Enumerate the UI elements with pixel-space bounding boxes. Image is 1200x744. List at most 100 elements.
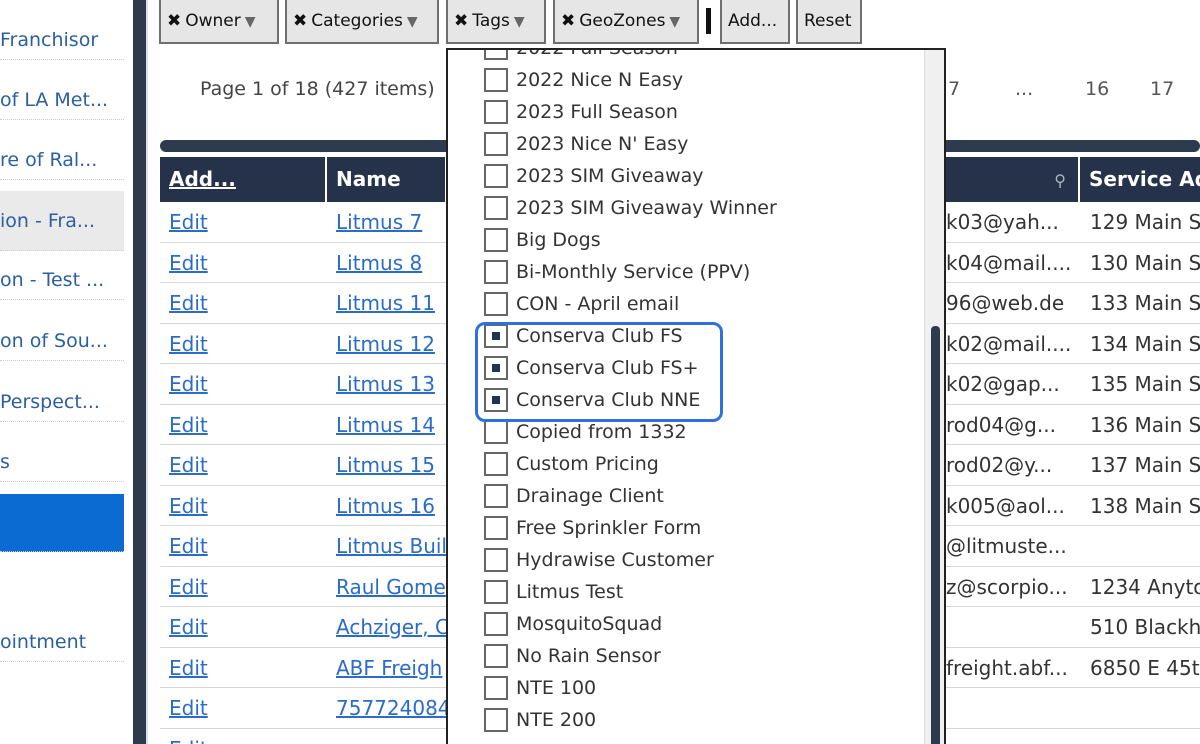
customer-name-link[interactable]: Litmus 14: [336, 405, 446, 445]
add-column-header[interactable]: Add...: [160, 157, 327, 202]
sidebar-item-franchisor[interactable]: Franchisor: [0, 20, 124, 60]
edit-link[interactable]: Edit: [169, 202, 319, 242]
customer-name-link[interactable]: Raul Gome: [336, 567, 446, 607]
page-17-link[interactable]: 17: [1150, 78, 1174, 100]
tag-option-label: 2023 SIM Giveaway Winner: [516, 197, 777, 219]
customer-name-link[interactable]: Litmus 8: [336, 243, 446, 283]
tag-option-label: Hydrawise Customer: [516, 549, 714, 571]
email-cell: k04@mail....: [946, 250, 1072, 275]
reset-button[interactable]: Reset: [796, 0, 862, 44]
customer-name-link[interactable]: Achziger, C: [336, 607, 446, 647]
sidebar-item-perspective[interactable]: Perspect...: [0, 382, 124, 422]
tag-checkbox[interactable]: [484, 68, 508, 92]
email-column-header[interactable]: ⚲: [946, 157, 1080, 202]
edit-link[interactable]: Edit: [169, 567, 319, 607]
selection-highlight: [475, 322, 723, 422]
edit-link[interactable]: Edit: [169, 243, 319, 283]
edit-link[interactable]: Edit: [169, 688, 319, 728]
add-header-label[interactable]: Add...: [169, 167, 236, 191]
name-column-header[interactable]: Name: [327, 157, 447, 202]
tag-checkbox[interactable]: [484, 132, 508, 156]
sidebar-item-s[interactable]: s: [0, 442, 124, 482]
tag-option-label: Custom Pricing: [516, 453, 659, 475]
tag-option-label: 2023 SIM Giveaway: [516, 165, 704, 187]
customer-name-link[interactable]: ABF Freigh: [336, 648, 446, 688]
edit-link[interactable]: Edit: [169, 364, 319, 404]
service-address-cell: 134 Main S: [1090, 331, 1200, 356]
remove-icon[interactable]: ✖: [561, 11, 575, 31]
edit-link[interactable]: Edit: [169, 283, 319, 323]
sidebar: Franchisor of LA Met... re of Ral... ion…: [0, 0, 124, 744]
customer-name-link[interactable]: Litmus 16: [336, 486, 446, 526]
owner-filter-button[interactable]: ✖ Owner ▼: [159, 0, 279, 44]
tag-option-label: 2023 Full Season: [516, 101, 678, 123]
tag-checkbox[interactable]: [484, 612, 508, 636]
sidebar-item-south[interactable]: on of Sou...: [0, 321, 124, 361]
edit-link[interactable]: Edit: [169, 405, 319, 445]
customer-name-link[interactable]: 757724084: [336, 688, 446, 728]
toolbar-separator: [706, 8, 711, 34]
tag-checkbox[interactable]: [484, 50, 508, 60]
add-filter-button[interactable]: Add...: [720, 0, 790, 44]
edit-link[interactable]: Edit: [169, 729, 319, 744]
tag-option-label: Big Dogs: [516, 229, 601, 251]
sidebar-item-test[interactable]: on - Test ...: [0, 260, 124, 300]
geozones-filter-button[interactable]: ✖ GeoZones ▼: [553, 0, 699, 44]
tag-option-label: Free Sprinkler Form: [516, 517, 702, 539]
edit-link[interactable]: Edit: [169, 324, 319, 364]
tag-checkbox[interactable]: [484, 676, 508, 700]
customer-name-link[interactable]: Litmus 11: [336, 283, 446, 323]
remove-icon[interactable]: ✖: [454, 11, 468, 31]
sidebar-item-appointment[interactable]: ointment: [0, 622, 124, 662]
service-address-column-header[interactable]: Service Add: [1080, 157, 1200, 202]
email-cell: z@scorpio...: [946, 574, 1068, 599]
edit-link[interactable]: Edit: [169, 445, 319, 485]
edit-link[interactable]: Edit: [169, 526, 319, 566]
edit-link[interactable]: Edit: [169, 607, 319, 647]
sidebar-item-raleigh[interactable]: re of Ral...: [0, 140, 124, 180]
tag-option-label: No Rain Sensor: [516, 645, 661, 667]
tag-checkbox[interactable]: [484, 420, 508, 444]
edit-link[interactable]: Edit: [169, 648, 319, 688]
tag-option-label: Drainage Client: [516, 485, 664, 507]
page-16-link[interactable]: 16: [1085, 78, 1109, 100]
caret-down-icon: ▼: [513, 14, 525, 30]
page-ellipsis: ...: [1015, 78, 1034, 100]
tag-option-label: 2022 Full Season: [516, 48, 678, 59]
tag-checkbox[interactable]: [484, 708, 508, 732]
tag-option-label: 2023 Nice N' Easy: [516, 133, 689, 155]
tag-checkbox[interactable]: [484, 516, 508, 540]
email-cell: rod02@y...: [946, 453, 1053, 477]
customer-name-link[interactable]: Litmus 12: [336, 324, 446, 364]
tags-filter-button[interactable]: ✖ Tags ▼: [446, 0, 546, 44]
tag-checkbox[interactable]: [484, 196, 508, 220]
categories-filter-button[interactable]: ✖ Categories ▼: [285, 0, 439, 44]
dropdown-scrollbar[interactable]: [924, 50, 944, 744]
tag-checkbox[interactable]: [484, 644, 508, 668]
page-7-link[interactable]: 7: [948, 78, 960, 100]
service-address-cell: 510 Blackh: [1090, 615, 1200, 639]
email-cell: @litmuste...: [946, 534, 1067, 558]
customer-name-link[interactable]: Litmus Buil: [336, 526, 446, 566]
sidebar-item-active[interactable]: [0, 494, 124, 552]
tag-checkbox[interactable]: [484, 484, 508, 508]
customer-name-link[interactable]: Litmus 7: [336, 202, 446, 242]
service-address-cell: 1234 Anyto: [1090, 574, 1200, 599]
tag-checkbox[interactable]: [484, 292, 508, 316]
tag-checkbox[interactable]: [484, 260, 508, 284]
tag-checkbox[interactable]: [484, 228, 508, 252]
tag-checkbox[interactable]: [484, 100, 508, 124]
sidebar-item-la-metro[interactable]: of LA Met...: [0, 80, 124, 120]
tag-checkbox[interactable]: [484, 548, 508, 572]
remove-icon[interactable]: ✖: [167, 11, 181, 31]
tag-checkbox[interactable]: [484, 580, 508, 604]
remove-icon[interactable]: ✖: [293, 11, 307, 31]
edit-link[interactable]: Edit: [169, 486, 319, 526]
sidebar-item-franchise[interactable]: ion - Fra...: [0, 191, 124, 251]
pin-icon: ⚲: [1054, 171, 1066, 190]
customer-name-link[interactable]: Litmus 15: [336, 445, 446, 485]
tag-checkbox[interactable]: [484, 164, 508, 188]
dropdown-scroll-thumb[interactable]: [931, 326, 940, 744]
customer-name-link[interactable]: Litmus 13: [336, 364, 446, 404]
tag-checkbox[interactable]: [484, 452, 508, 476]
